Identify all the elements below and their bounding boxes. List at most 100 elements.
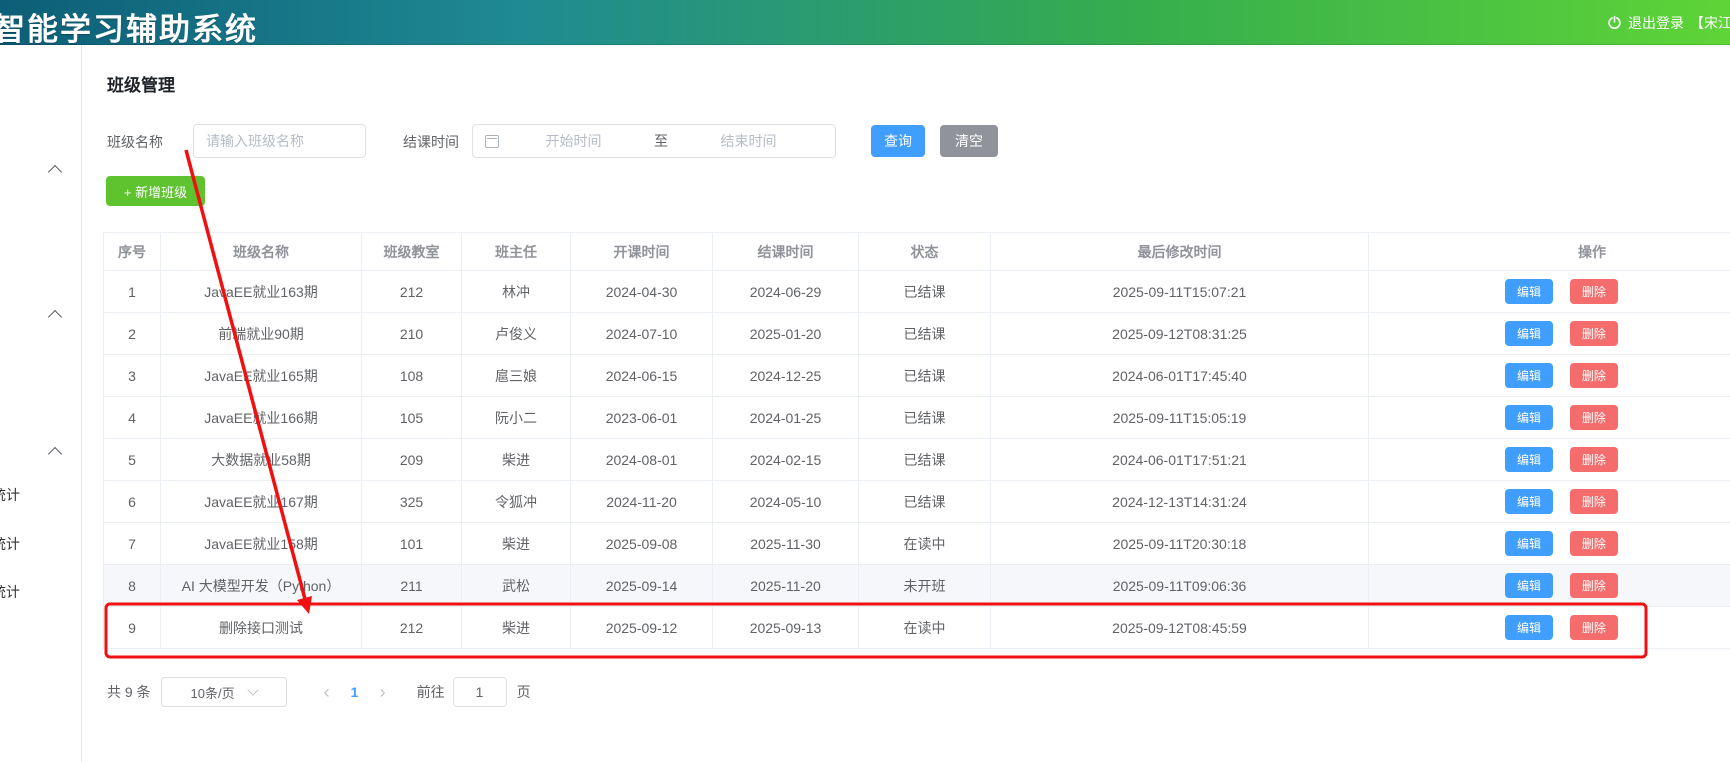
delete-button[interactable]: 删除 (1569, 531, 1618, 556)
cell-class-name: 删除接口测试 (160, 606, 362, 649)
class-name-label: 班级名称 (107, 134, 163, 150)
col-actions: 操作 (1368, 232, 1730, 271)
table-row: 5 大数据就业58期 209 柴进 2024-08-01 2024-02-15 … (103, 438, 1730, 481)
logout-button[interactable]: 退出登录 【宋江】 (1607, 0, 1730, 45)
cell-classroom: 209 (361, 438, 462, 481)
delete-button[interactable]: 删除 (1569, 573, 1618, 598)
end-time-label: 结课时间 (403, 134, 459, 150)
status-badge: 已结课 (858, 312, 991, 355)
cell-actions: 编辑 删除 (1368, 564, 1730, 607)
app-title: 智能学习辅助系统 (0, 12, 258, 48)
chevron-down-icon (246, 684, 259, 696)
cell-classroom: 211 (361, 564, 462, 607)
edit-button[interactable]: 编辑 (1505, 489, 1553, 514)
page-unit-label: 页 (516, 684, 531, 700)
edit-button[interactable]: 编辑 (1505, 573, 1553, 598)
cell-modified-time: 2025-09-11T09:06:36 (990, 564, 1369, 607)
status-badge: 在读中 (858, 522, 991, 565)
total-count: 共 9 条 (107, 684, 151, 700)
cell-actions: 编辑 删除 (1368, 354, 1730, 397)
sidebar-item-stats-2[interactable]: 统计 (0, 534, 20, 554)
date-range-picker[interactable]: 开始时间 至 结束时间 (472, 124, 836, 158)
logout-label: 退出登录 (1628, 14, 1684, 31)
cell-class-name: JavaEE就业163期 (160, 270, 362, 313)
table-row: 6 JavaEE就业167期 325 令狐冲 2024-11-20 2024-0… (103, 480, 1730, 523)
cell-start-time: 2025-09-14 (570, 564, 713, 607)
goto-label: 前往 (416, 684, 445, 700)
cell-modified-time: 2025-09-11T15:07:21 (990, 270, 1369, 313)
page-size-select[interactable]: 10条/页 (160, 677, 287, 707)
page-title: 班级管理 (107, 76, 175, 95)
status-badge: 已结课 (858, 396, 991, 439)
edit-button[interactable]: 编辑 (1505, 363, 1553, 388)
sidebar-item-stats-3[interactable]: 统计 (0, 582, 20, 602)
cell-class-name: AI 大模型开发（Python） (160, 564, 362, 607)
delete-button[interactable]: 删除 (1569, 363, 1618, 388)
next-page-button[interactable]: › (369, 682, 397, 703)
date-range-separator: 至 (654, 133, 668, 149)
sidebar: 统计 统计 统计 (0, 45, 82, 762)
cell-head-teacher: 柴进 (461, 606, 571, 649)
cell-classroom: 212 (361, 270, 462, 313)
cell-actions: 编辑 删除 (1368, 522, 1730, 565)
cell-class-name: JavaEE就业158期 (160, 522, 362, 565)
page-number-1[interactable]: 1 (341, 684, 369, 700)
search-button[interactable]: 查询 (871, 125, 925, 157)
table-header-row: 序号 班级名称 班级教室 班主任 开课时间 结课时间 状态 最后修改时间 操作 (103, 232, 1730, 271)
cell-class-name: JavaEE就业165期 (160, 354, 362, 397)
clear-button[interactable]: 清空 (940, 125, 998, 157)
edit-button[interactable]: 编辑 (1505, 321, 1553, 346)
table-row: 9 删除接口测试 212 柴进 2025-09-12 2025-09-13 在读… (103, 606, 1730, 649)
edit-button[interactable]: 编辑 (1505, 279, 1553, 304)
cell-no: 2 (103, 312, 161, 355)
delete-button[interactable]: 删除 (1569, 615, 1618, 640)
cell-start-time: 2024-08-01 (570, 438, 713, 481)
status-badge: 未开班 (858, 564, 991, 607)
cell-head-teacher: 柴进 (461, 438, 571, 481)
edit-button[interactable]: 编辑 (1505, 447, 1553, 472)
col-class-name: 班级名称 (160, 232, 362, 271)
chevron-up-icon[interactable] (47, 309, 63, 325)
delete-button[interactable]: 删除 (1569, 321, 1618, 346)
cell-head-teacher: 柴进 (461, 522, 571, 565)
prev-page-button[interactable]: ‹ (313, 682, 341, 703)
status-badge: 已结课 (858, 438, 991, 481)
cell-end-time: 2024-12-25 (712, 354, 859, 397)
cell-modified-time: 2024-06-01T17:51:21 (990, 438, 1369, 481)
goto-page-input[interactable] (452, 677, 507, 707)
cell-classroom: 101 (361, 522, 462, 565)
cell-modified-time: 2025-09-11T20:30:18 (990, 522, 1369, 565)
cell-no: 5 (103, 438, 161, 481)
cell-modified-time: 2025-09-11T15:05:19 (990, 396, 1369, 439)
delete-button[interactable]: 删除 (1569, 489, 1618, 514)
pagination: 共 9 条 10条/页 ‹ 1 › 前往 页 (107, 677, 531, 707)
cell-actions: 编辑 删除 (1368, 606, 1730, 649)
cell-end-time: 2025-11-20 (712, 564, 859, 607)
add-class-button[interactable]: + 新增班级 (106, 176, 205, 206)
cell-no: 6 (103, 480, 161, 523)
sidebar-item-stats-1[interactable]: 统计 (0, 485, 20, 505)
table-row: 4 JavaEE就业166期 105 阮小二 2023-06-01 2024-0… (103, 396, 1730, 439)
top-header: 智能学习辅助系统 退出登录 【宋江】 (0, 0, 1730, 48)
edit-button[interactable]: 编辑 (1505, 615, 1553, 640)
cell-end-time: 2025-09-13 (712, 606, 859, 649)
start-date-placeholder[interactable]: 开始时间 (499, 131, 648, 151)
end-date-placeholder[interactable]: 结束时间 (674, 131, 823, 151)
cell-head-teacher: 卢俊义 (461, 312, 571, 355)
cell-modified-time: 2025-09-12T08:45:59 (990, 606, 1369, 649)
table-row: 2 前端就业90期 210 卢俊义 2024-07-10 2025-01-20 … (103, 312, 1730, 355)
delete-button[interactable]: 删除 (1569, 279, 1618, 304)
edit-button[interactable]: 编辑 (1505, 405, 1553, 430)
chevron-up-icon[interactable] (47, 164, 63, 180)
edit-button[interactable]: 编辑 (1505, 531, 1553, 556)
class-name-input[interactable] (193, 124, 366, 158)
user-label: 【宋江】 (1690, 14, 1730, 31)
delete-button[interactable]: 删除 (1569, 447, 1618, 472)
delete-button[interactable]: 删除 (1569, 405, 1618, 430)
cell-start-time: 2024-11-20 (570, 480, 713, 523)
cell-start-time: 2023-06-01 (570, 396, 713, 439)
status-badge: 已结课 (858, 270, 991, 313)
cell-no: 3 (103, 354, 161, 397)
cell-modified-time: 2024-12-13T14:31:24 (990, 480, 1369, 523)
chevron-up-icon[interactable] (47, 446, 63, 462)
